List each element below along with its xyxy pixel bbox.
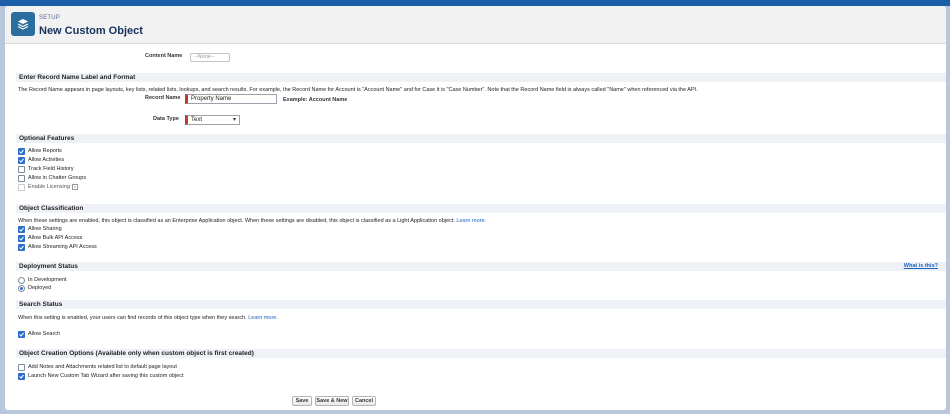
- checkbox-label: Add Notes and Attachments related list t…: [28, 364, 177, 370]
- checkbox-label: Launch New Custom Tab Wizard after savin…: [28, 373, 184, 379]
- checkbox-allow-chatter-groups[interactable]: Allow in Chatter Groups: [18, 174, 86, 182]
- record-name-label: Record Name: [145, 95, 181, 101]
- learn-more-link[interactable]: Learn more.: [248, 315, 278, 321]
- classification-text: When these settings are enabled, this ob…: [18, 218, 455, 224]
- checkbox-label: Allow Streaming API Access: [28, 244, 97, 250]
- checkbox-checked-icon[interactable]: [18, 330, 25, 338]
- radio-in-development[interactable]: In Development: [18, 276, 67, 284]
- checkbox-checked-icon[interactable]: [18, 234, 25, 242]
- section-object-classification: Object Classification: [16, 204, 946, 213]
- checkbox-label: Track Field History: [28, 166, 74, 172]
- content-name-select[interactable]: --None--: [190, 53, 230, 62]
- chevron-down-icon: ▾: [232, 117, 236, 123]
- search-text: When this setting is enabled, your users…: [18, 315, 247, 321]
- checkbox-checked-icon[interactable]: [18, 147, 25, 155]
- checkbox-label: Allow in Chatter Groups: [28, 175, 87, 181]
- deployment-heading: Deployment Status: [19, 263, 78, 270]
- checkbox-checked-icon[interactable]: [18, 225, 25, 233]
- checkbox-unchecked-icon[interactable]: [18, 174, 25, 182]
- section-record-name: Enter Record Name Label and Format: [16, 73, 946, 82]
- radio-unselected-icon[interactable]: [18, 276, 25, 284]
- data-type-value: Text: [191, 117, 203, 123]
- section-deployment-status: Deployment Status What is this?: [16, 262, 946, 271]
- checkbox-track-field-history[interactable]: Track Field History: [18, 165, 74, 173]
- search-description: When this setting is enabled, your users…: [18, 315, 278, 321]
- radio-label: Deployed: [28, 285, 52, 291]
- record-name-description: The Record Name appears in page layouts,…: [18, 87, 698, 93]
- setup-eyebrow: SETUP: [39, 15, 61, 21]
- checkbox-allow-search[interactable]: Allow Search: [18, 330, 60, 338]
- info-icon[interactable]: i: [71, 184, 78, 190]
- page-header: SETUP New Custom Object: [5, 6, 946, 44]
- section-optional-features: Optional Features: [16, 134, 946, 143]
- section-search-status: Search Status: [16, 300, 946, 309]
- page-title: New Custom Object: [39, 25, 143, 37]
- classification-description: When these settings are enabled, this ob…: [18, 218, 486, 224]
- data-type-label: Data Type: [153, 116, 179, 122]
- setup-frame: SETUP New Custom Object Content Name --N…: [5, 6, 946, 410]
- record-name-input[interactable]: Property Name: [185, 94, 277, 104]
- checkbox-allow-streaming-api[interactable]: Allow Streaming API Access: [18, 243, 97, 251]
- checkbox-label: Allow Reports: [28, 148, 62, 154]
- checkbox-launch-tab-wizard[interactable]: Launch New Custom Tab Wizard after savin…: [18, 372, 184, 380]
- checkbox-label: Allow Bulk API Access: [28, 235, 83, 241]
- data-type-select[interactable]: Text ▾: [185, 115, 240, 125]
- checkbox-label: Allow Sharing: [28, 226, 62, 232]
- checkbox-label: Allow Search: [28, 331, 61, 337]
- checkbox-add-notes[interactable]: Add Notes and Attachments related list t…: [18, 363, 177, 371]
- checkbox-allow-reports[interactable]: Allow Reports: [18, 147, 62, 155]
- save-button[interactable]: Save: [292, 396, 312, 406]
- radio-selected-icon[interactable]: [18, 284, 25, 292]
- checkbox-unchecked-icon[interactable]: [18, 165, 25, 173]
- radio-label: In Development: [28, 277, 67, 283]
- checkbox-checked-icon[interactable]: [18, 156, 25, 164]
- radio-deployed[interactable]: Deployed: [18, 284, 51, 292]
- record-name-example: Example: Account Name: [283, 97, 348, 103]
- checkbox-checked-icon[interactable]: [18, 243, 25, 251]
- learn-more-link[interactable]: Learn more.: [456, 218, 486, 224]
- content-name-label: Content Name: [145, 53, 183, 59]
- checkbox-allow-sharing[interactable]: Allow Sharing: [18, 225, 62, 233]
- what-is-this-link[interactable]: What is this?: [904, 262, 938, 271]
- checkbox-checked-icon[interactable]: [18, 372, 25, 380]
- checkbox-label: Allow Activities: [28, 157, 65, 163]
- checkbox-disabled-icon: [18, 183, 25, 191]
- content-name-value: --None--: [194, 54, 215, 60]
- section-creation-options: Object Creation Options (Available only …: [16, 349, 946, 358]
- record-name-value: Property Name: [191, 96, 232, 102]
- checkbox-allow-activities[interactable]: Allow Activities: [18, 156, 64, 164]
- save-and-new-button[interactable]: Save & New: [315, 396, 349, 406]
- checkbox-enable-licensing: Enable Licensing i: [18, 183, 78, 191]
- checkbox-allow-bulk-api[interactable]: Allow Bulk API Access: [18, 234, 82, 242]
- layers-icon: [11, 12, 35, 36]
- checkbox-label: Enable Licensing: [28, 184, 70, 190]
- checkbox-unchecked-icon[interactable]: [18, 363, 25, 371]
- cancel-button[interactable]: Cancel: [352, 396, 376, 406]
